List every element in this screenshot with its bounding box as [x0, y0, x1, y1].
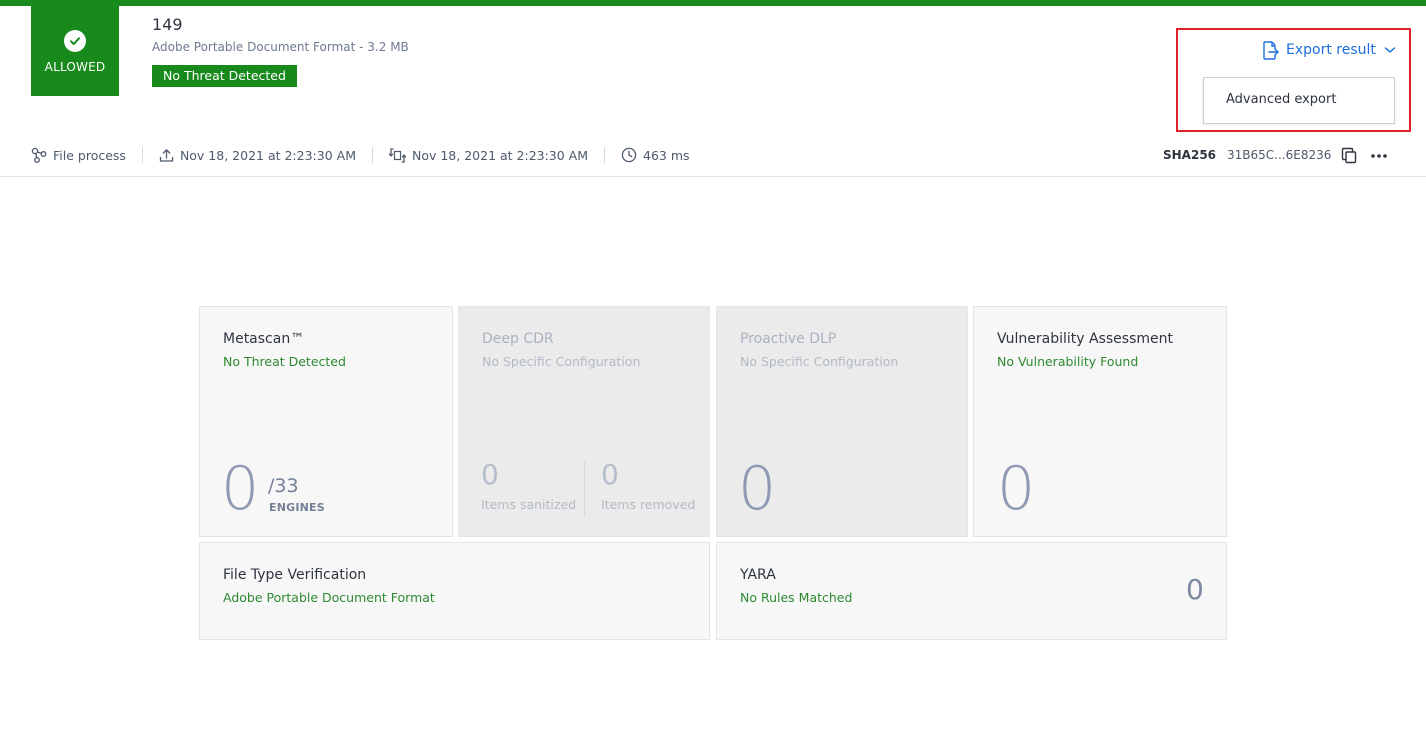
top-status-bar [0, 0, 1426, 6]
export-dropdown-menu: Advanced export [1203, 77, 1395, 124]
items-removed-count: 0 [601, 458, 619, 491]
processing-duration: 463 ms [621, 147, 690, 163]
yara-card[interactable]: YARA No Rules Matched 0 [716, 542, 1227, 640]
processed-time: Nov 18, 2021 at 2:23:30 AM [388, 147, 589, 164]
card-title: Metascan™ [223, 331, 305, 347]
copy-icon[interactable] [1341, 147, 1357, 164]
engines-label: ENGINES [269, 501, 325, 514]
card-title: File Type Verification [223, 567, 367, 583]
hash-row: SHA256 31B65C...6E8236 [1163, 145, 1357, 165]
card-status: Adobe Portable Document Format [223, 590, 435, 605]
deep-cdr-card[interactable]: Deep CDR No Specific Configuration 0 Ite… [458, 306, 710, 537]
refresh-icon [388, 147, 406, 164]
process-icon [31, 147, 47, 163]
advanced-export-menu-item[interactable]: Advanced export [1226, 92, 1336, 107]
card-title: YARA [740, 567, 776, 583]
card-status: No Rules Matched [740, 590, 853, 605]
hash-value: 31B65C...6E8236 [1227, 148, 1332, 162]
header-divider [0, 176, 1426, 177]
meta-divider [604, 147, 606, 163]
file-process-link[interactable]: File process [31, 147, 126, 163]
chevron-down-icon [1384, 46, 1396, 54]
file-type-card[interactable]: File Type Verification Adobe Portable Do… [199, 542, 710, 640]
verdict-label: ALLOWED [44, 60, 106, 74]
card-status: No Specific Configuration [740, 354, 899, 369]
items-sanitized-label: Items sanitized [481, 497, 577, 512]
clock-icon [621, 147, 637, 163]
processed-time-text: Nov 18, 2021 at 2:23:30 AM [411, 147, 589, 163]
file-subtitle: Adobe Portable Document Format - 3.2 MB [152, 40, 409, 54]
engines-total: /33 [268, 475, 299, 497]
hash-label: SHA256 [1163, 148, 1217, 162]
dlp-count: 0 [738, 454, 777, 524]
meta-divider [371, 147, 373, 163]
proactive-dlp-card[interactable]: Proactive DLP No Specific Configuration … [716, 306, 968, 537]
processing-duration-text: 463 ms [643, 147, 690, 163]
card-status: No Vulnerability Found [997, 354, 1139, 369]
threat-status-badge: No Threat Detected [152, 65, 297, 87]
upload-time: Nov 18, 2021 at 2:23:30 AM [159, 148, 356, 163]
card-status: No Threat Detected [223, 354, 346, 369]
engines-detected-count: 0 [221, 454, 260, 524]
card-status: No Specific Configuration [482, 354, 641, 369]
file-process-label: File process [53, 147, 126, 163]
vulnerability-card[interactable]: Vulnerability Assessment No Vulnerabilit… [973, 306, 1227, 537]
more-options-icon[interactable] [1370, 148, 1388, 162]
vulnerability-count: 0 [997, 454, 1036, 524]
items-sanitized-count: 0 [481, 458, 499, 491]
check-circle-icon [64, 30, 86, 52]
upload-time-text: Nov 18, 2021 at 2:23:30 AM [179, 147, 356, 163]
file-meta-row: File process Nov 18, 2021 at 2:23:30 AM … [31, 145, 690, 165]
cdr-divider [584, 461, 585, 517]
meta-divider [141, 147, 143, 163]
card-title: Deep CDR [482, 331, 554, 347]
card-title: Proactive DLP [740, 331, 837, 347]
card-title: Vulnerability Assessment [997, 331, 1173, 347]
items-removed-label: Items removed [601, 497, 696, 512]
upload-icon [159, 148, 174, 163]
export-result-label: Export result [1286, 42, 1376, 58]
file-export-icon [1262, 40, 1279, 60]
yara-count: 0 [1186, 573, 1204, 606]
verdict-badge: ALLOWED [31, 6, 119, 96]
metascan-card[interactable]: Metascan™ No Threat Detected 0 /33 ENGIN… [199, 306, 453, 537]
file-title: 149 [152, 15, 183, 34]
export-result-button[interactable]: Export result [1262, 39, 1396, 61]
